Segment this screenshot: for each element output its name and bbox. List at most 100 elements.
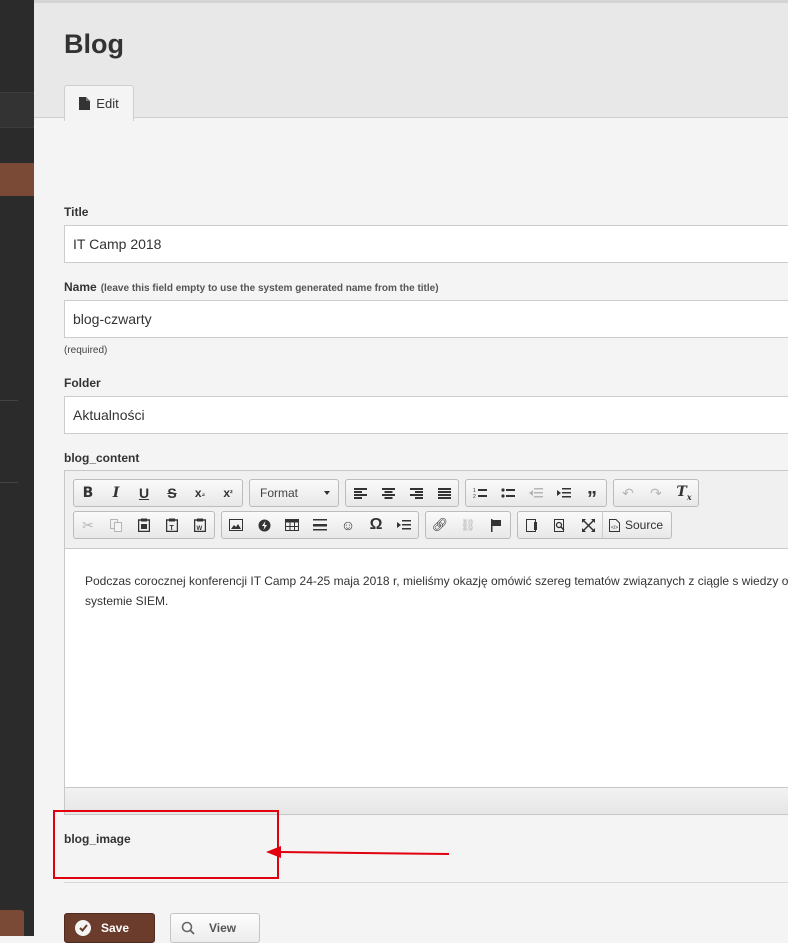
justify-button[interactable]	[430, 480, 458, 506]
preview-icon	[554, 518, 565, 532]
rich-text-editor: B I U S x₂ x² Format 12 ” ↶ ↷ Tx ✂ T W ☺…	[64, 470, 788, 815]
remove-format-button[interactable]: Tx	[670, 480, 698, 506]
source-button-label: Source	[625, 518, 664, 532]
unlink-button[interactable]: ⛓	[454, 512, 482, 538]
anchor-button[interactable]	[482, 512, 510, 538]
special-char-button[interactable]: Ω	[362, 512, 390, 538]
folder-label: Folder	[64, 376, 101, 390]
underline-button[interactable]: U	[130, 480, 158, 506]
bullet-list-button[interactable]	[494, 480, 522, 506]
history-group: ↶ ↷ Tx	[613, 479, 699, 507]
title-input[interactable]: IT Camp 2018	[64, 225, 788, 263]
sidebar-item-active[interactable]	[0, 163, 34, 196]
left-sidebar	[0, 0, 34, 936]
insert-image-button[interactable]	[222, 512, 250, 538]
sidebar-bottom-button[interactable]	[0, 910, 24, 936]
decrease-indent-button[interactable]	[522, 480, 550, 506]
paste-text-icon: T	[166, 518, 178, 532]
annotation-highlight-box	[53, 810, 279, 879]
insert-group: ☺ Ω	[221, 511, 419, 539]
tab-edit[interactable]: Edit	[64, 85, 134, 121]
clipboard-group: ✂ T W	[73, 511, 215, 539]
paste-text-button[interactable]: T	[158, 512, 186, 538]
show-blocks-icon	[526, 518, 537, 532]
insert-table-button[interactable]	[278, 512, 306, 538]
link-icon: 🔗︎	[431, 517, 449, 532]
save-button[interactable]: Save	[64, 913, 155, 943]
align-right-icon	[409, 487, 423, 499]
show-blocks-button[interactable]	[518, 512, 546, 538]
smiley-button[interactable]: ☺	[334, 512, 362, 538]
undo-icon: ↶	[622, 484, 634, 501]
tools-group: </> Source	[517, 511, 673, 539]
numbered-list-icon: 12	[473, 488, 487, 499]
list-group: 12 ”	[465, 479, 607, 510]
blockquote-button[interactable]: ”	[578, 480, 606, 512]
links-group: 🔗︎ ⛓	[425, 511, 511, 539]
page-break-icon	[397, 520, 411, 530]
remove-format-icon: Tx	[676, 484, 692, 502]
undo-button[interactable]: ↶	[614, 480, 642, 506]
caret-down-icon	[324, 491, 330, 495]
editor-content-area[interactable]: Podczas corocznej konferencji IT Camp 24…	[65, 548, 788, 788]
link-button[interactable]: 🔗︎	[426, 512, 454, 538]
horizontal-rule-button[interactable]	[306, 512, 334, 538]
svg-text:2: 2	[473, 494, 476, 499]
horizontal-rule-icon	[313, 519, 327, 531]
clipboard-icon	[138, 518, 150, 532]
name-input[interactable]: blog-czwarty	[64, 300, 788, 338]
editor-toolbar-row-1: B I U S x₂ x² Format 12 ” ↶ ↷ Tx	[73, 479, 699, 510]
paste-button[interactable]	[130, 512, 158, 538]
strikethrough-button[interactable]: S	[158, 480, 186, 506]
justify-icon	[437, 487, 451, 499]
source-button[interactable]: </> Source	[602, 512, 671, 538]
save-button-label: Save	[101, 921, 130, 935]
maximize-button[interactable]	[574, 512, 602, 538]
outdent-icon	[529, 488, 543, 498]
editor-content-text: Podczas corocznej konferencji IT Camp 24…	[85, 574, 788, 608]
superscript-button[interactable]: x²	[214, 480, 242, 506]
bullet-list-icon	[501, 488, 515, 498]
copy-button[interactable]	[102, 512, 130, 538]
flag-icon	[491, 518, 501, 532]
insert-flash-button[interactable]	[250, 512, 278, 538]
italic-button[interactable]: I	[102, 480, 130, 506]
redo-icon: ↷	[650, 484, 662, 501]
format-dropdown[interactable]: Format	[249, 479, 339, 507]
name-hint: (leave this field empty to use the syste…	[100, 283, 439, 294]
maximize-icon	[581, 518, 595, 532]
align-right-button[interactable]	[402, 480, 430, 506]
redo-button[interactable]: ↷	[642, 480, 670, 506]
table-icon	[285, 519, 299, 531]
align-left-button[interactable]	[346, 480, 374, 506]
svg-text:T: T	[170, 525, 175, 532]
indent-icon	[557, 488, 571, 498]
preview-button[interactable]	[546, 512, 574, 538]
basic-styles-group: B I U S x₂ x²	[73, 479, 243, 507]
page-header: Blog Edit	[34, 0, 788, 121]
sidebar-divider	[0, 400, 18, 401]
paste-word-button[interactable]: W	[186, 512, 214, 538]
name-label: Name (leave this field empty to use the s…	[64, 280, 439, 294]
subscript-button[interactable]: x₂	[186, 480, 214, 506]
cut-button[interactable]: ✂	[74, 512, 102, 538]
name-label-text: Name	[64, 280, 97, 294]
folder-select[interactable]: Aktualności	[64, 396, 788, 434]
align-center-button[interactable]	[374, 480, 402, 506]
content-label: blog_content	[64, 451, 140, 465]
source-icon: </>	[609, 518, 620, 532]
check-icon	[75, 920, 91, 936]
sidebar-divider	[0, 482, 18, 483]
main-panel: Blog Edit Title IT Camp 2018 Name (leave …	[34, 0, 788, 943]
view-button[interactable]: View	[170, 913, 260, 943]
page-break-button[interactable]	[390, 512, 418, 538]
unlink-icon: ⛓	[460, 518, 476, 532]
name-required-note: (required)	[64, 345, 108, 356]
increase-indent-button[interactable]	[550, 480, 578, 506]
svg-text:W: W	[197, 526, 203, 532]
svg-text:</>: </>	[611, 525, 618, 531]
bold-button[interactable]: B	[74, 480, 102, 506]
smiley-icon: ☺	[340, 517, 356, 533]
numbered-list-button[interactable]: 12	[466, 480, 494, 506]
sidebar-item[interactable]	[0, 92, 34, 128]
